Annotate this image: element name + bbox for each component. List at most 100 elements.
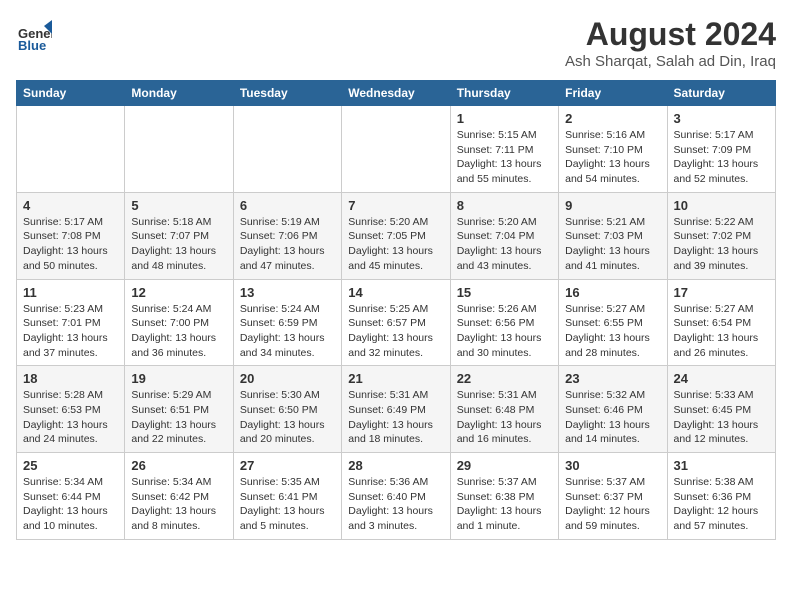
- day-number: 10: [674, 198, 769, 213]
- calendar-table: SundayMondayTuesdayWednesdayThursdayFrid…: [16, 80, 776, 540]
- day-info: Sunrise: 5:27 AMSunset: 6:54 PMDaylight:…: [674, 302, 769, 361]
- weekday-header-sunday: Sunday: [17, 81, 125, 106]
- day-info: Sunrise: 5:20 AMSunset: 7:05 PMDaylight:…: [348, 215, 443, 274]
- calendar-cell-week4-day5: 22 Sunrise: 5:31 AMSunset: 6:48 PMDayligh…: [450, 366, 558, 453]
- day-info: Sunrise: 5:27 AMSunset: 6:55 PMDaylight:…: [565, 302, 660, 361]
- calendar-cell-week1-day4: [342, 106, 450, 193]
- calendar-cell-week1-day7: 3 Sunrise: 5:17 AMSunset: 7:09 PMDaylight…: [667, 106, 775, 193]
- weekday-header-friday: Friday: [559, 81, 667, 106]
- calendar-cell-week3-day5: 15 Sunrise: 5:26 AMSunset: 6:56 PMDayligh…: [450, 279, 558, 366]
- day-info: Sunrise: 5:28 AMSunset: 6:53 PMDaylight:…: [23, 388, 118, 447]
- day-number: 11: [23, 285, 118, 300]
- day-info: Sunrise: 5:17 AMSunset: 7:09 PMDaylight:…: [674, 128, 769, 187]
- day-number: 28: [348, 458, 443, 473]
- calendar-cell-week1-day6: 2Sunrise: 5:16 AMSunset: 7:10 PMDaylight…: [559, 106, 667, 193]
- calendar-cell-week3-day7: 17 Sunrise: 5:27 AMSunset: 6:54 PMDayligh…: [667, 279, 775, 366]
- day-info: Sunrise: 5:30 AMSunset: 6:50 PMDaylight:…: [240, 388, 335, 447]
- day-number: 3: [674, 111, 769, 126]
- day-number: 14: [348, 285, 443, 300]
- day-info: Sunrise: 5:17 AMSunset: 7:08 PMDaylight:…: [23, 215, 118, 274]
- weekday-header-thursday: Thursday: [450, 81, 558, 106]
- day-info: Sunrise: 5:24 AMSunset: 7:00 PMDaylight:…: [131, 302, 226, 361]
- day-info: Sunrise: 5:15 AMSunset: 7:11 PMDaylight:…: [457, 128, 552, 187]
- weekday-header-wednesday: Wednesday: [342, 81, 450, 106]
- calendar-cell-week5-day5: 29 Sunrise: 5:37 AMSunset: 6:38 PMDayligh…: [450, 453, 558, 540]
- calendar-cell-week3-day1: 11 Sunrise: 5:23 AMSunset: 7:01 PMDayligh…: [17, 279, 125, 366]
- day-number: 18: [23, 371, 118, 386]
- day-number: 24: [674, 371, 769, 386]
- weekday-header-saturday: Saturday: [667, 81, 775, 106]
- day-info: Sunrise: 5:18 AMSunset: 7:07 PMDaylight:…: [131, 215, 226, 274]
- day-number: 9: [565, 198, 660, 213]
- day-number: 25: [23, 458, 118, 473]
- day-info: Sunrise: 5:16 AMSunset: 7:10 PMDaylight:…: [565, 128, 660, 187]
- day-info: Sunrise: 5:37 AMSunset: 6:38 PMDaylight:…: [457, 475, 552, 534]
- weekday-header-monday: Monday: [125, 81, 233, 106]
- day-info: Sunrise: 5:22 AMSunset: 7:02 PMDaylight:…: [674, 215, 769, 274]
- calendar-cell-week3-day2: 12 Sunrise: 5:24 AMSunset: 7:00 PMDayligh…: [125, 279, 233, 366]
- day-info: Sunrise: 5:33 AMSunset: 6:45 PMDaylight:…: [674, 388, 769, 447]
- calendar-cell-week4-day2: 19 Sunrise: 5:29 AMSunset: 6:51 PMDayligh…: [125, 366, 233, 453]
- title-area: August 2024 Ash Sharqat, Salah ad Din, I…: [565, 16, 776, 70]
- calendar-cell-week4-day3: 20 Sunrise: 5:30 AMSunset: 6:50 PMDayligh…: [233, 366, 341, 453]
- day-info: Sunrise: 5:23 AMSunset: 7:01 PMDaylight:…: [23, 302, 118, 361]
- day-number: 17: [674, 285, 769, 300]
- calendar-cell-week5-day7: 31 Sunrise: 5:38 AMSunset: 6:36 PMDayligh…: [667, 453, 775, 540]
- calendar-cell-week2-day7: 10 Sunrise: 5:22 AMSunset: 7:02 PMDayligh…: [667, 192, 775, 279]
- day-info: Sunrise: 5:31 AMSunset: 6:48 PMDaylight:…: [457, 388, 552, 447]
- day-info: Sunrise: 5:38 AMSunset: 6:36 PMDaylight:…: [674, 475, 769, 534]
- weekday-header-tuesday: Tuesday: [233, 81, 341, 106]
- day-info: Sunrise: 5:31 AMSunset: 6:49 PMDaylight:…: [348, 388, 443, 447]
- calendar-cell-week5-day4: 28 Sunrise: 5:36 AMSunset: 6:40 PMDayligh…: [342, 453, 450, 540]
- calendar-cell-week1-day3: [233, 106, 341, 193]
- day-number: 13: [240, 285, 335, 300]
- day-info: Sunrise: 5:36 AMSunset: 6:40 PMDaylight:…: [348, 475, 443, 534]
- day-number: 4: [23, 198, 118, 213]
- calendar-cell-week3-day6: 16Sunrise: 5:27 AMSunset: 6:55 PMDayligh…: [559, 279, 667, 366]
- day-number: 12: [131, 285, 226, 300]
- calendar-cell-week1-day1: [17, 106, 125, 193]
- svg-text:Blue: Blue: [18, 38, 46, 52]
- day-number: 29: [457, 458, 552, 473]
- calendar-cell-week3-day3: 13Sunrise: 5:24 AMSunset: 6:59 PMDayligh…: [233, 279, 341, 366]
- calendar-cell-week4-day1: 18 Sunrise: 5:28 AMSunset: 6:53 PMDayligh…: [17, 366, 125, 453]
- logo-icon: General Blue: [16, 16, 52, 52]
- calendar-cell-week1-day2: [125, 106, 233, 193]
- day-info: Sunrise: 5:35 AMSunset: 6:41 PMDaylight:…: [240, 475, 335, 534]
- day-number: 7: [348, 198, 443, 213]
- calendar-cell-week2-day1: 4 Sunrise: 5:17 AMSunset: 7:08 PMDaylight…: [17, 192, 125, 279]
- calendar-cell-week1-day5: 1 Sunrise: 5:15 AMSunset: 7:11 PMDaylight…: [450, 106, 558, 193]
- calendar-cell-week4-day6: 23 Sunrise: 5:32 AMSunset: 6:46 PMDayligh…: [559, 366, 667, 453]
- calendar-cell-week2-day4: 7 Sunrise: 5:20 AMSunset: 7:05 PMDaylight…: [342, 192, 450, 279]
- calendar-cell-week5-day1: 25 Sunrise: 5:34 AMSunset: 6:44 PMDayligh…: [17, 453, 125, 540]
- calendar-cell-week5-day2: 26 Sunrise: 5:34 AMSunset: 6:42 PMDayligh…: [125, 453, 233, 540]
- day-info: Sunrise: 5:34 AMSunset: 6:44 PMDaylight:…: [23, 475, 118, 534]
- day-number: 20: [240, 371, 335, 386]
- day-info: Sunrise: 5:19 AMSunset: 7:06 PMDaylight:…: [240, 215, 335, 274]
- day-number: 27: [240, 458, 335, 473]
- day-info: Sunrise: 5:37 AMSunset: 6:37 PMDaylight:…: [565, 475, 660, 534]
- day-number: 15: [457, 285, 552, 300]
- day-number: 31: [674, 458, 769, 473]
- day-number: 1: [457, 111, 552, 126]
- calendar-cell-week5-day3: 27 Sunrise: 5:35 AMSunset: 6:41 PMDayligh…: [233, 453, 341, 540]
- day-number: 26: [131, 458, 226, 473]
- calendar-cell-week4-day7: 24 Sunrise: 5:33 AMSunset: 6:45 PMDayligh…: [667, 366, 775, 453]
- day-info: Sunrise: 5:21 AMSunset: 7:03 PMDaylight:…: [565, 215, 660, 274]
- day-info: Sunrise: 5:25 AMSunset: 6:57 PMDaylight:…: [348, 302, 443, 361]
- day-number: 5: [131, 198, 226, 213]
- day-info: Sunrise: 5:26 AMSunset: 6:56 PMDaylight:…: [457, 302, 552, 361]
- logo: General Blue: [16, 16, 56, 52]
- day-number: 30: [565, 458, 660, 473]
- day-info: Sunrise: 5:34 AMSunset: 6:42 PMDaylight:…: [131, 475, 226, 534]
- day-number: 8: [457, 198, 552, 213]
- day-number: 23: [565, 371, 660, 386]
- calendar-cell-week4-day4: 21 Sunrise: 5:31 AMSunset: 6:49 PMDayligh…: [342, 366, 450, 453]
- page-subtitle: Ash Sharqat, Salah ad Din, Iraq: [565, 53, 776, 70]
- calendar-cell-week2-day6: 9 Sunrise: 5:21 AMSunset: 7:03 PMDaylight…: [559, 192, 667, 279]
- day-number: 21: [348, 371, 443, 386]
- day-number: 19: [131, 371, 226, 386]
- day-number: 22: [457, 371, 552, 386]
- day-info: Sunrise: 5:29 AMSunset: 6:51 PMDaylight:…: [131, 388, 226, 447]
- day-info: Sunrise: 5:32 AMSunset: 6:46 PMDaylight:…: [565, 388, 660, 447]
